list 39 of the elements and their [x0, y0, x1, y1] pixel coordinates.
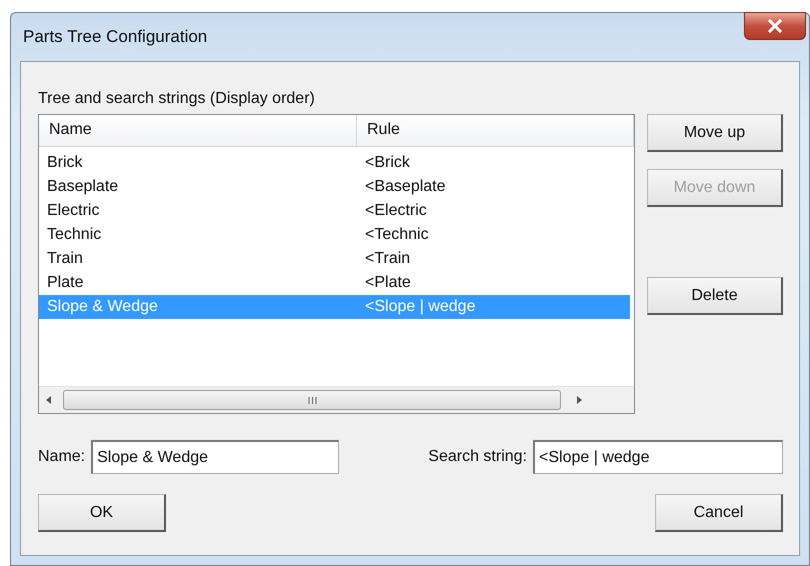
grip-icon: [308, 396, 316, 404]
rule-cell-text: <Train: [364, 250, 412, 268]
name-cell-text: Train: [46, 250, 84, 268]
close-icon: [767, 19, 783, 33]
list-row[interactable]: Baseplate <Baseplate: [39, 175, 630, 199]
list-row[interactable]: Plate <Plate: [39, 271, 630, 295]
list-row[interactable]: Electric <Electric: [39, 199, 630, 223]
scroll-left-icon[interactable]: [45, 395, 53, 405]
column-header[interactable]: Rule: [357, 115, 634, 147]
list-row[interactable]: Train <Train: [39, 247, 630, 271]
name-input[interactable]: Slope & Wedge: [91, 440, 340, 474]
ok-button[interactable]: OK: [38, 494, 166, 532]
rule-cell-text: <Electric: [364, 202, 428, 220]
horizontal-scrollbar[interactable]: [39, 386, 634, 413]
scroll-right-icon[interactable]: [575, 395, 583, 405]
search-string-label: Search string:: [428, 448, 527, 466]
column-header[interactable]: Name: [39, 115, 357, 147]
side-button[interactable]: Delete: [647, 277, 783, 315]
rule-cell-text: <Baseplate: [364, 178, 447, 196]
list-label: Tree and search strings (Display order): [38, 90, 316, 108]
window-title: Parts Tree Configuration: [22, 27, 208, 47]
name-cell-text: Electric: [46, 202, 100, 220]
list-row[interactable]: Technic <Technic: [39, 223, 630, 247]
list-row[interactable]: Brick <Brick: [39, 151, 630, 175]
name-label: Name:: [38, 448, 86, 466]
rule-cell-text: <Technic: [364, 226, 430, 244]
close-button[interactable]: [744, 12, 806, 40]
name-cell-text: Plate: [46, 274, 84, 292]
name-cell-text: Slope & Wedge: [46, 298, 159, 316]
search-string-input[interactable]: <Slope | wedge: [533, 440, 783, 474]
name-cell-text: Baseplate: [46, 178, 120, 196]
rule-cell-text: <Plate: [364, 274, 412, 292]
rule-cell-text: <Slope | wedge: [364, 298, 476, 316]
scroll-thumb[interactable]: [63, 390, 561, 410]
rule-cell-text: <Brick: [364, 154, 411, 172]
side-button[interactable]: Move up: [647, 114, 783, 152]
name-cell-text: Brick: [46, 154, 84, 172]
cancel-button[interactable]: Cancel: [655, 494, 783, 532]
name-cell-text: Technic: [46, 226, 102, 244]
